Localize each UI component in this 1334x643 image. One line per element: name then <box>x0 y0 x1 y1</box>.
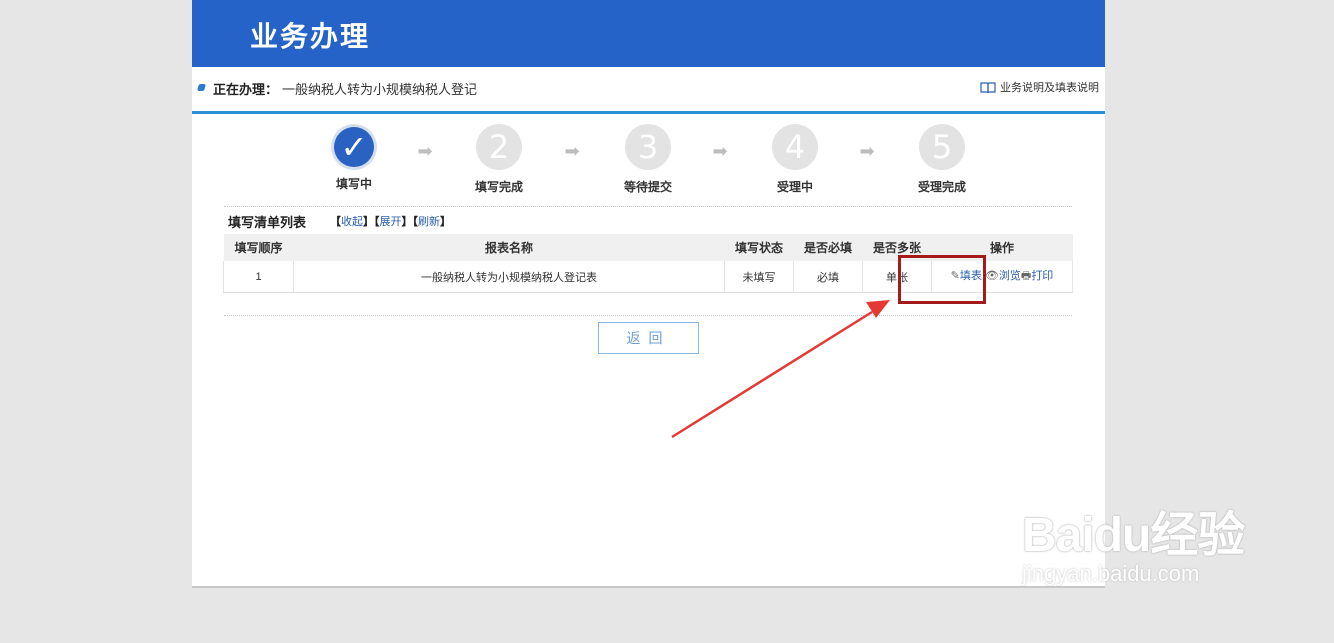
watermark-logo: Baidu经验 <box>1022 509 1245 562</box>
watermark: Baidu经验 jingyan.baidu.com <box>1022 495 1245 587</box>
